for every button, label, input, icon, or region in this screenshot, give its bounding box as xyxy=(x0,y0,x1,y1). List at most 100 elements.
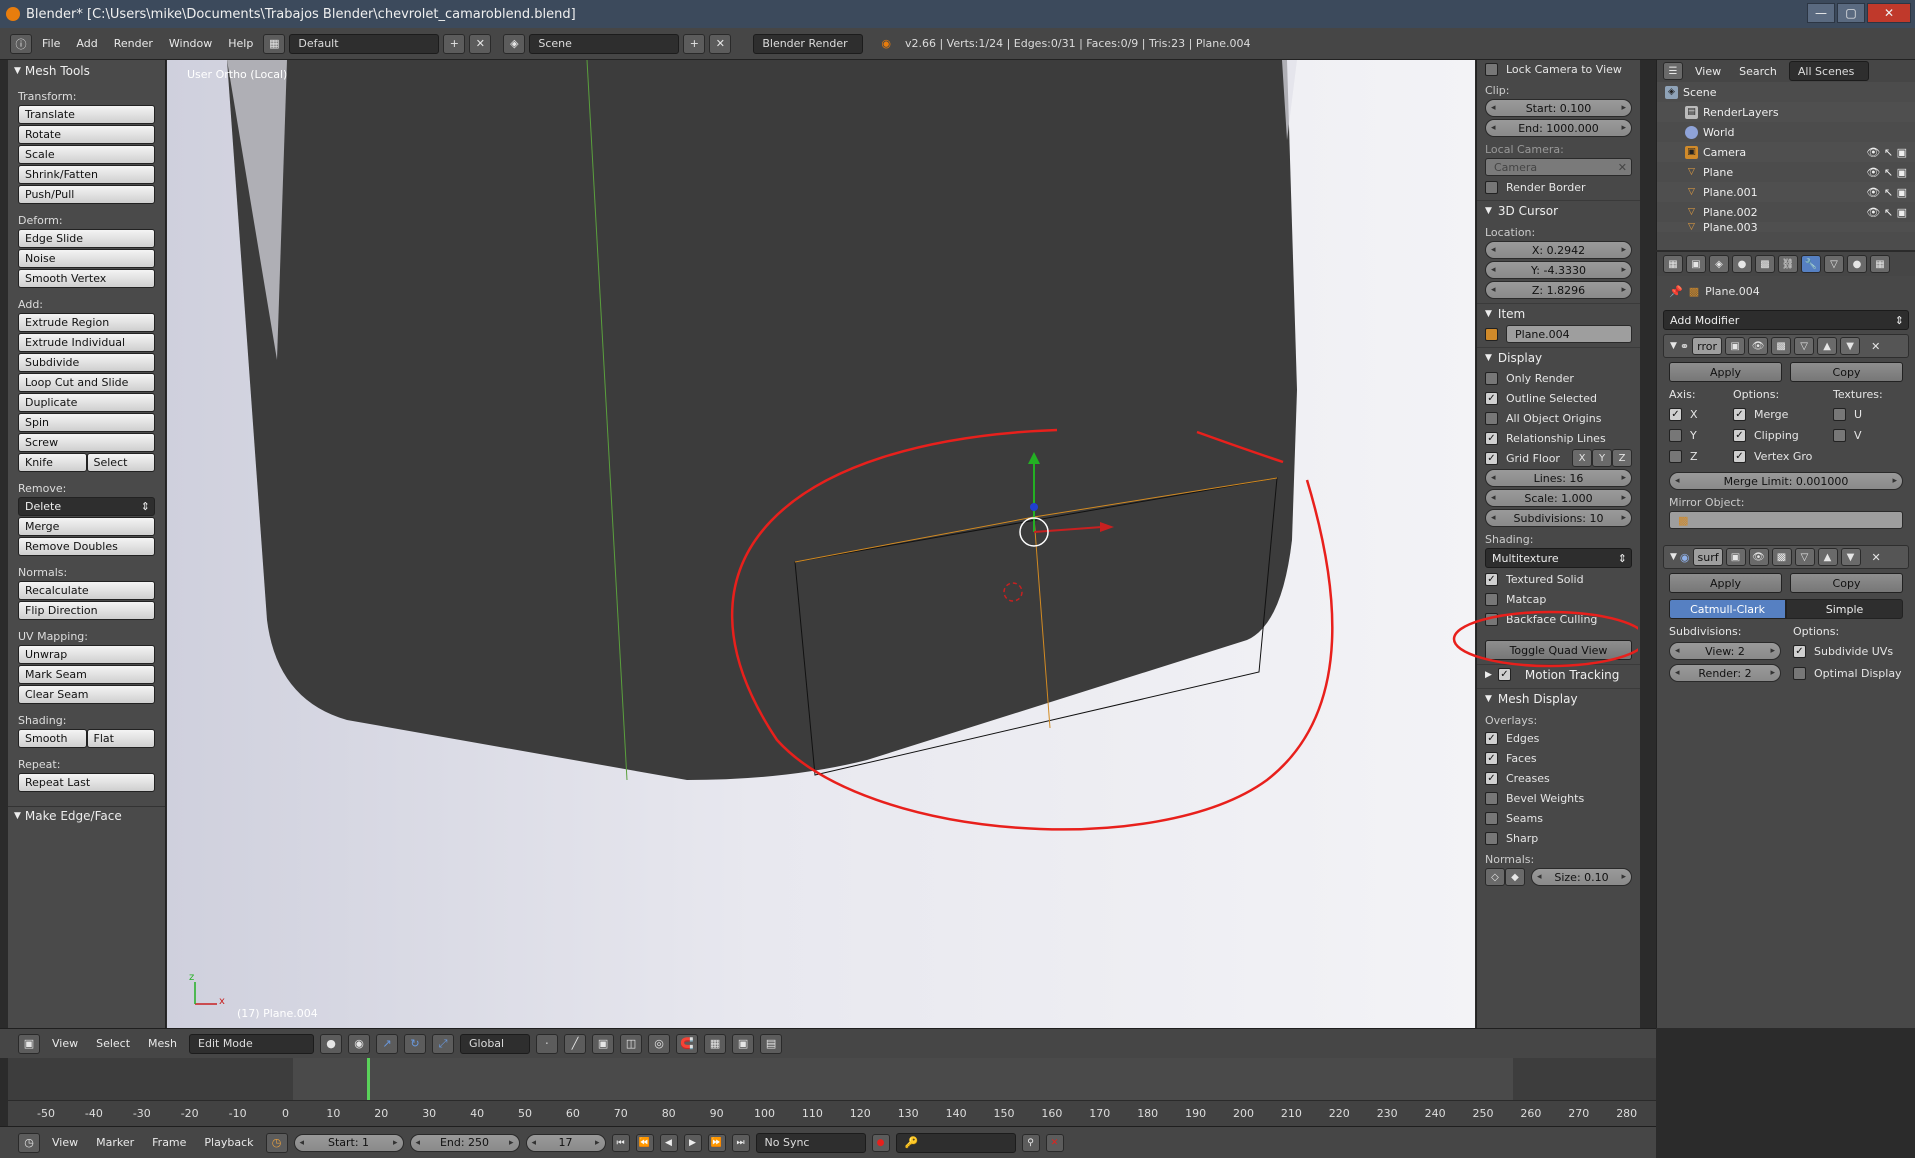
3d-cursor-header[interactable]: ▼ 3D Cursor xyxy=(1477,200,1640,220)
outliner-row-camera[interactable]: ▣ Camera 👁 ↖ ▣ xyxy=(1657,142,1915,162)
outline-selected-checkbox[interactable]: ✓ xyxy=(1485,391,1498,405)
outliner-row-renderlayers[interactable]: ▤ RenderLayers xyxy=(1657,102,1915,122)
remove-modifier-icon[interactable]: ✕ xyxy=(1871,340,1880,353)
mode-select[interactable]: Edit Mode xyxy=(189,1033,315,1054)
render-border-checkbox[interactable] xyxy=(1485,180,1498,194)
edges-row[interactable]: ✓ Edges xyxy=(1485,729,1632,747)
render-level-field[interactable]: Render: 2 xyxy=(1669,664,1781,682)
start-frame-field[interactable]: Start: 1 xyxy=(293,1133,404,1152)
shrink-fatten-button[interactable]: Shrink/Fatten xyxy=(18,165,155,184)
normals-size-field[interactable]: Size: 0.10 xyxy=(1531,868,1632,886)
grid-floor-row[interactable]: ✓ Grid Floor X Y Z xyxy=(1485,449,1632,467)
make-edge-face-header[interactable]: ▼ Make Edge/Face xyxy=(8,806,165,824)
render-toggle-icon[interactable]: ▣ xyxy=(1725,548,1746,566)
menu-file[interactable]: File xyxy=(36,37,66,50)
current-frame-field[interactable]: 17 xyxy=(525,1133,606,1152)
pivot-point-icon[interactable]: ◉ xyxy=(348,1033,371,1054)
playback-menu[interactable]: Playback xyxy=(198,1136,259,1149)
insert-keyframe-icon[interactable]: ⚲ xyxy=(1021,1133,1040,1152)
clip-end-field[interactable]: End: 1000.000 xyxy=(1485,119,1632,137)
outliner-display-select[interactable]: All Scenes xyxy=(1788,61,1869,81)
orientation-select[interactable]: Global xyxy=(460,1033,531,1054)
scene-tab-icon[interactable]: ◈ xyxy=(1709,255,1729,273)
cage-toggle-icon[interactable]: ▽ xyxy=(1794,337,1815,355)
data-tab-icon[interactable]: ▽ xyxy=(1824,255,1844,273)
shading-select[interactable]: Multitexture ⇕ xyxy=(1485,548,1632,568)
smooth-vertex-button[interactable]: Smooth Vertex xyxy=(18,269,155,288)
faces-row[interactable]: ✓ Faces xyxy=(1485,749,1632,767)
editmode-toggle-icon[interactable]: ▩ xyxy=(1771,548,1792,566)
jump-keyframe-forward-icon[interactable]: ⏩ xyxy=(707,1133,726,1152)
scene-select[interactable]: Scene xyxy=(529,33,680,54)
grid-lines-field[interactable]: Lines: 16 xyxy=(1485,469,1632,487)
y-gizmo-handle-icon[interactable] xyxy=(1030,503,1038,511)
rotate-button[interactable]: Rotate xyxy=(18,125,155,144)
view-level-field[interactable]: View: 2 xyxy=(1669,642,1781,660)
editmode-toggle-icon[interactable]: ▩ xyxy=(1771,337,1792,355)
mesh-tools-header[interactable]: ▼ Mesh Tools xyxy=(8,62,165,80)
visibility-eye-icon[interactable]: 👁 ↖ ▣ xyxy=(1866,186,1907,199)
edges-checkbox[interactable]: ✓ xyxy=(1485,731,1498,745)
delete-menu[interactable]: Delete ⇕ xyxy=(18,497,155,516)
merge-button[interactable]: Merge xyxy=(18,517,155,536)
add-layout-icon[interactable]: + xyxy=(443,33,466,54)
add-scene-icon[interactable]: + xyxy=(683,33,706,54)
minimize-icon[interactable]: — xyxy=(1807,3,1835,23)
scene-icon[interactable]: ◈ xyxy=(503,33,526,54)
play-reverse-icon[interactable]: ◀ xyxy=(659,1133,678,1152)
outliner-row-plane-002[interactable]: ▽ Plane.002 👁 ↖ ▣ xyxy=(1657,202,1915,222)
view-menu[interactable]: View xyxy=(46,1037,84,1050)
select-button[interactable]: Select xyxy=(86,453,155,472)
extrude-region-button[interactable]: Extrude Region xyxy=(18,313,155,332)
outliner-view-menu[interactable]: View xyxy=(1689,65,1727,78)
object-tab-icon[interactable]: ▩ xyxy=(1755,255,1775,273)
axis-y-checkbox[interactable] xyxy=(1669,428,1682,442)
grid-floor-checkbox[interactable]: ✓ xyxy=(1485,451,1498,465)
extrude-individual-button[interactable]: Extrude Individual xyxy=(18,333,155,352)
grid-subdivisions-field[interactable]: Subdivisions: 10 xyxy=(1485,509,1632,527)
subsurf-modifier-name[interactable]: surf xyxy=(1692,548,1723,566)
preview-range-icon[interactable]: ◷ xyxy=(265,1132,288,1153)
grid-z-toggle[interactable]: Z xyxy=(1612,449,1632,467)
grid-y-toggle[interactable]: Y xyxy=(1592,449,1612,467)
seams-checkbox[interactable] xyxy=(1485,811,1498,825)
render-border-row[interactable]: Render Border xyxy=(1485,178,1632,196)
move-down-icon[interactable]: ▼ xyxy=(1840,337,1861,355)
bevel-row[interactable]: Bevel Weights xyxy=(1485,789,1632,807)
viewport-toggle-icon[interactable]: 👁 xyxy=(1748,548,1769,566)
simple-button[interactable]: Simple xyxy=(1786,599,1903,619)
layout-select[interactable]: Default xyxy=(289,33,440,54)
faces-checkbox[interactable]: ✓ xyxy=(1485,751,1498,765)
play-icon[interactable]: ▶ xyxy=(683,1133,702,1152)
manipulator-rotate-icon[interactable]: ↻ xyxy=(404,1033,427,1054)
subdivide-uvs-checkbox[interactable]: ✓ xyxy=(1793,644,1806,658)
repeat-last-button[interactable]: Repeat Last xyxy=(18,773,155,792)
flat-button[interactable]: Flat xyxy=(86,729,155,748)
translate-button[interactable]: Translate xyxy=(18,105,155,124)
smooth-button[interactable]: Smooth xyxy=(18,729,87,748)
constraints-tab-icon[interactable]: ⛓ xyxy=(1778,255,1798,273)
outliner-search-menu[interactable]: Search xyxy=(1733,65,1783,78)
item-name-field[interactable]: Plane.004 xyxy=(1506,325,1632,343)
delete-keyframe-icon[interactable]: ✕ xyxy=(1045,1133,1064,1152)
mirror-apply-button[interactable]: Apply xyxy=(1669,362,1782,382)
move-up-icon[interactable]: ▲ xyxy=(1817,337,1838,355)
sharp-row[interactable]: Sharp xyxy=(1485,829,1632,847)
outliner-editor-icon[interactable]: ☰ xyxy=(1663,62,1683,80)
knife-button[interactable]: Knife xyxy=(18,453,87,472)
timeline-editor-icon[interactable]: ◷ xyxy=(18,1132,40,1153)
lock-camera-checkbox[interactable] xyxy=(1485,62,1498,76)
merge-limit-field[interactable]: Merge Limit: 0.001000 xyxy=(1669,472,1903,490)
clear-seam-button[interactable]: Clear Seam xyxy=(18,685,155,704)
loop-cut-button[interactable]: Loop Cut and Slide xyxy=(18,373,155,392)
editor-type-icon[interactable]: ▣ xyxy=(18,1033,40,1054)
proportional-edit-icon[interactable]: ◎ xyxy=(648,1033,671,1054)
close-icon[interactable]: ✕ xyxy=(1867,3,1911,23)
subsurf-modifier-header[interactable]: ▼ ◉ surf ▣ 👁 ▩ ▽ ▲ ▼ ✕ xyxy=(1663,545,1909,569)
end-frame-field[interactable]: End: 250 xyxy=(409,1133,520,1152)
catmull-clark-button[interactable]: Catmull-Clark xyxy=(1669,599,1786,619)
subdivide-button[interactable]: Subdivide xyxy=(18,353,155,372)
mirror-modifier-header[interactable]: ▼ ⚭ rror ▣ 👁 ▩ ▽ ▲ ▼ ✕ xyxy=(1663,334,1909,358)
limit-selection-icon[interactable]: ◫ xyxy=(620,1033,643,1054)
add-modifier-menu[interactable]: Add Modifier ⇕ xyxy=(1663,310,1909,330)
